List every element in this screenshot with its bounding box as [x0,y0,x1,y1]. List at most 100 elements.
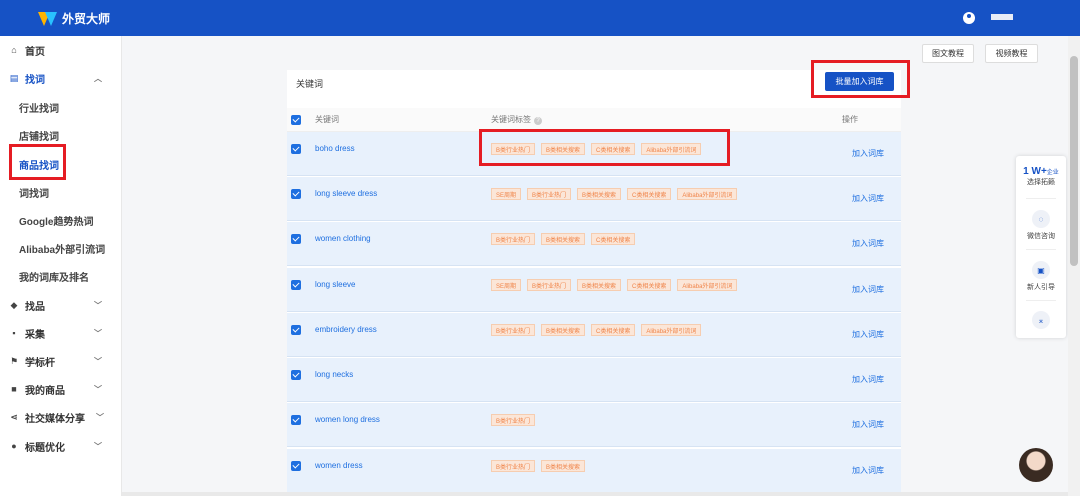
keyword-tag: C类相关搜索 [627,279,672,291]
floating-help-panel: 1 W+企业 选择拓籁 ◌ 微信咨询 ▣ 新人引导 ⌅ [1016,156,1066,338]
sidebar-subitem[interactable]: 行业找词 [0,97,122,117]
keyword-link[interactable]: long sleeve [315,280,355,289]
user-name-redacted[interactable] [991,14,1013,20]
sidebar: ⌂ 首页 ▤ 找词 ︿ 行业找词 店铺找词 商品找词 词找词 Google趋势热… [0,36,122,496]
keyword-link[interactable]: embroidery dress [315,325,377,334]
keyword-tags: B类行业热门 B类相关搜索 C类相关搜索 [491,233,641,245]
sidebar-group[interactable]: ⚑ 学标杆 ﹀ [0,351,122,371]
chevron-down-icon: ﹀ [94,441,102,451]
chevron-up-icon: ︿ [94,73,102,83]
top-bar: 外贸大师 [0,0,1080,36]
keyword-tags: B类行业热门 B类相关搜索 C类相关搜索 Alibaba外部引流词 [491,324,707,336]
add-to-library-link[interactable]: 加入词库 [852,284,884,295]
share-icon: ⋖ [10,411,18,422]
sidebar-item-label: 找词 [25,74,45,86]
app-logo[interactable]: 外贸大师 [38,10,110,27]
sidebar-subitem[interactable]: 店铺找词 [0,125,122,145]
row-checkbox[interactable] [291,370,301,380]
sidebar-group[interactable]: ■ 我的商品 ﹀ [0,379,122,399]
sidebar-group[interactable]: ◆ 找品 ﹀ [0,295,122,315]
keyword-link[interactable]: women dress [315,461,363,470]
add-to-library-link[interactable]: 加入词库 [852,193,884,204]
sidebar-subitem[interactable]: Google趋势热词 [0,210,122,230]
divider [1026,249,1056,250]
home-icon: ⌂ [11,45,17,55]
row-checkbox[interactable] [291,189,301,199]
keyword-tag: B类相关搜索 [577,279,622,291]
add-to-library-link[interactable]: 加入词库 [852,148,884,159]
sidebar-group[interactable]: ● 标题优化 ﹀ [0,436,122,456]
diamond-icon: ◆ [10,299,18,310]
wechat-consult[interactable]: ◌ 微信咨询 [1016,210,1066,241]
promo-small: 企业 [1046,170,1059,176]
keyword-link[interactable]: women long dress [315,415,380,424]
promo-sub: 选择拓籁 [1027,179,1055,186]
arrow-up-icon: ⌅ [1032,311,1050,329]
row-checkbox[interactable] [291,144,301,154]
logo-text: 外贸大师 [62,12,111,26]
tutorial-text-button[interactable]: 图文教程 [922,44,974,63]
table-row: women long dress B类行业热门 加入词库 [287,403,901,447]
thumb-icon: ▪ [12,328,16,338]
select-all-checkbox[interactable] [291,115,301,125]
logo-mark-icon [38,11,58,26]
enterprise-promo[interactable]: 1 W+企业 选择拓籁 [1016,166,1066,187]
new-user-guide[interactable]: ▣ 新人引导 [1016,261,1066,292]
column-header-keyword: 关键词 [315,115,339,124]
keyword-tag: C类相关搜索 [591,233,636,245]
flag-icon: ⚑ [9,355,19,366]
row-checkbox[interactable] [291,280,301,290]
add-to-library-link[interactable]: 加入词库 [852,329,884,340]
sidebar-subitem[interactable]: Alibaba外部引流词 [0,238,122,258]
keyword-link[interactable]: boho dress [315,144,355,153]
table-row: women dress B类行业热门 B类相关搜索 加入词库 [287,449,901,493]
page-scrollbar[interactable] [1068,36,1080,496]
help-icon[interactable]: ? [534,117,542,125]
user-avatar-icon[interactable] [963,12,975,24]
add-to-library-link[interactable]: 加入词库 [852,238,884,249]
row-checkbox[interactable] [291,461,301,471]
add-to-library-link[interactable]: 加入词库 [852,374,884,385]
keyword-tag: B类行业热门 [491,324,536,336]
keyword-tag: Alibaba外部引流词 [677,188,738,200]
row-checkbox[interactable] [291,415,301,425]
keyword-tag: B类相关搜索 [541,233,586,245]
keyword-link[interactable]: long necks [315,370,353,379]
back-to-top[interactable]: ⌅ [1016,311,1066,332]
row-checkbox[interactable] [291,325,301,335]
keyword-link[interactable]: long sleeve dress [315,189,377,198]
keyword-tags: SE周期 B类行业热门 B类相关搜索 C类相关搜索 Alibaba外部引流词 [491,188,743,200]
keyword-tag: B类行业热门 [491,233,536,245]
keyword-tags: SE周期 B类行业热门 B类相关搜索 C类相关搜索 Alibaba外部引流词 [491,279,743,291]
sidebar-item-label: 首页 [25,46,45,58]
list-icon: ▤ [9,72,19,83]
column-header-tags: 关键词标签? [491,114,542,125]
wechat-label: 微信咨询 [1027,233,1055,240]
sidebar-item-label: 社交媒体分享 [25,413,85,425]
sidebar-subitem[interactable]: 我的词库及排名 [0,266,122,286]
search-icon: ● [11,441,17,451]
add-to-library-link[interactable]: 加入词库 [852,419,884,430]
sidebar-item-label: 找品 [25,301,45,313]
column-header-tags-label: 关键词标签 [491,115,531,124]
tutorial-video-button[interactable]: 视频教程 [985,44,1038,63]
scrollbar-thumb[interactable] [1070,56,1078,266]
horizontal-scrollbar[interactable] [122,492,1068,496]
row-checkbox[interactable] [291,234,301,244]
sidebar-item-label: 学标杆 [25,357,55,369]
keyword-tags: B类行业热门 B类相关搜索 [491,460,591,472]
sidebar-group[interactable]: ▪ 采集 ﹀ [0,323,122,343]
sidebar-group[interactable]: ⋖ 社交媒体分享 ﹀ [0,407,122,427]
highlight-box-sidebar [9,144,66,180]
sidebar-subitem[interactable]: 词找词 [0,182,122,202]
sidebar-item-find-words[interactable]: ▤ 找词 ︿ [0,68,122,88]
sidebar-item-label: 采集 [25,329,45,341]
support-avatar[interactable] [1019,448,1053,482]
sidebar-item-home[interactable]: ⌂ 首页 [0,40,122,60]
keyword-link[interactable]: women clothing [315,234,371,243]
add-to-library-link[interactable]: 加入词库 [852,465,884,476]
table-row: long sleeve SE周期 B类行业热门 B类相关搜索 C类相关搜索 Alibaba… [287,268,901,312]
guide-label: 新人引导 [1027,284,1055,291]
keyword-tag: B类相关搜索 [541,324,586,336]
column-header-action: 操作 [842,115,858,124]
